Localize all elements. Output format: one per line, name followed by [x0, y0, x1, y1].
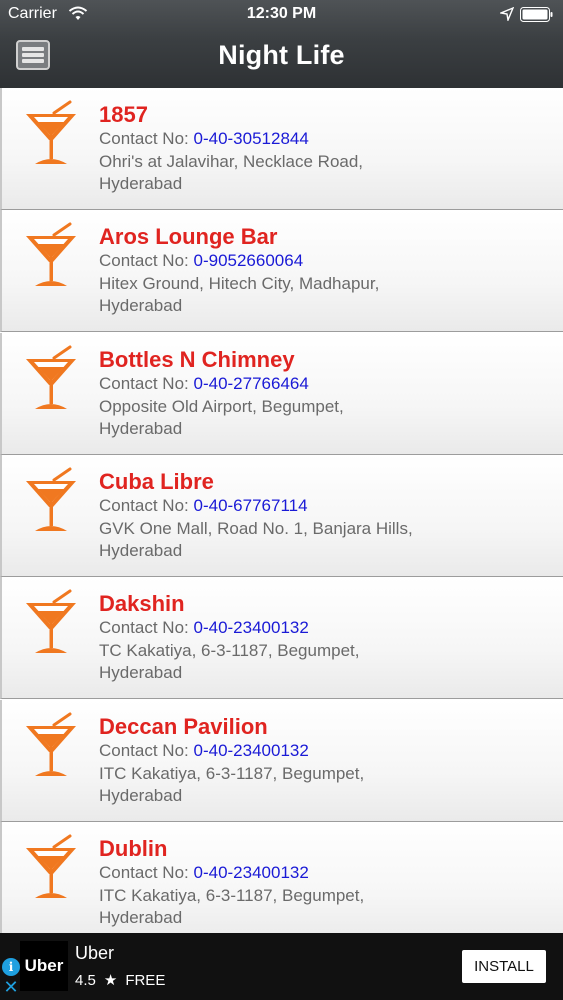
cocktail-glass-icon [26, 589, 76, 653]
clock-time: 12:30 PM [246, 5, 317, 22]
contact-line: Contact No: 0-40-27766464 [99, 374, 309, 394]
contact-line: Contact No: 0-40-23400132 [99, 618, 309, 638]
cocktail-glass-icon [26, 834, 76, 898]
venue-address: Opposite Old Airport, Begumpet, Hyderaba… [99, 397, 344, 438]
phone-link[interactable]: 0-40-23400132 [194, 618, 309, 637]
install-button[interactable]: INSTALL [462, 950, 546, 983]
nightlife-list: 1857 Contact No: 0-40-30512844 Ohri's at… [0, 88, 563, 933]
status-bar: Carrier 12:30 PM [0, 0, 563, 30]
list-item[interactable]: Cuba Libre Contact No: 0-40-67767114 GVK… [0, 455, 563, 577]
phone-link[interactable]: 0-40-30512844 [194, 129, 309, 148]
venue-name: Bottles N Chimney [99, 347, 295, 372]
list-item[interactable]: Dakshin Contact No: 0-40-23400132 TC Kak… [0, 577, 563, 699]
venue-address: Ohri's at Jalavihar, Necklace Road, Hyde… [99, 152, 364, 193]
cocktail-glass-icon [26, 100, 76, 164]
page-title: Night Life [218, 40, 345, 70]
venue-address: ITC Kakatiya, 6-3-1187, Begumpet, Hydera… [99, 886, 365, 927]
info-icon[interactable]: i [2, 958, 20, 976]
star-icon: ★ [103, 972, 118, 989]
venue-address: TC Kakatiya, 6-3-1187, Begumpet, Hyderab… [99, 641, 360, 682]
list-item[interactable]: 1857 Contact No: 0-40-30512844 Ohri's at… [0, 88, 563, 210]
cocktail-glass-icon [26, 712, 76, 776]
contact-label: Contact No: [99, 496, 194, 515]
contact-line: Contact No: 0-9052660064 [99, 251, 303, 271]
venue-name: Dublin [99, 836, 168, 861]
ad-title: Uber [75, 943, 115, 963]
phone-link[interactable]: 0-40-27766464 [194, 374, 309, 393]
app-header: Carrier 12:30 PM Night Life [0, 0, 563, 88]
contact-line: Contact No: 0-40-30512844 [99, 129, 309, 149]
ad-price: FREE [125, 972, 166, 989]
venue-name: Cuba Libre [99, 469, 214, 494]
battery-icon [520, 7, 553, 22]
contact-label: Contact No: [99, 618, 194, 637]
contact-label: Contact No: [99, 741, 194, 760]
contact-line: Contact No: 0-40-67767114 [99, 496, 308, 516]
contact-label: Contact No: [99, 374, 194, 393]
venue-name: Aros Lounge Bar [99, 224, 278, 249]
venue-address: ITC Kakatiya, 6-3-1187, Begumpet, Hydera… [99, 764, 365, 805]
phone-link[interactable]: 0-40-23400132 [194, 741, 309, 760]
list-item[interactable]: Dublin Contact No: 0-40-23400132 ITC Kak… [0, 822, 563, 933]
cocktail-glass-icon [26, 345, 76, 409]
ad-meta: 4.5 ★ FREE [75, 971, 165, 989]
close-icon[interactable]: ✕ [3, 978, 19, 996]
contact-line: Contact No: 0-40-23400132 [99, 741, 309, 761]
list-item[interactable]: Deccan Pavilion Contact No: 0-40-2340013… [0, 700, 563, 822]
venue-name: 1857 [99, 102, 148, 127]
venue-address: Hitex Ground, Hitech City, Madhapur, Hyd… [99, 274, 380, 315]
list-item[interactable]: Bottles N Chimney Contact No: 0-40-27766… [0, 333, 563, 455]
venue-name: Dakshin [99, 591, 185, 616]
contact-label: Contact No: [99, 863, 194, 882]
contact-label: Contact No: [99, 251, 194, 270]
phone-link[interactable]: 0-40-67767114 [194, 496, 308, 515]
location-arrow-icon [500, 7, 514, 21]
ad-logo[interactable]: Uber [20, 941, 68, 991]
contact-line: Contact No: 0-40-23400132 [99, 863, 309, 883]
cocktail-glass-icon [26, 222, 76, 286]
contact-label: Contact No: [99, 129, 194, 148]
phone-link[interactable]: 0-9052660064 [194, 251, 304, 270]
list-item[interactable]: Aros Lounge Bar Contact No: 0-9052660064… [0, 210, 563, 332]
ad-rating: 4.5 [75, 972, 96, 989]
phone-link[interactable]: 0-40-23400132 [194, 863, 309, 882]
venue-name: Deccan Pavilion [99, 714, 268, 739]
navigation-bar: Night Life [0, 30, 563, 88]
cocktail-glass-icon [26, 467, 76, 531]
venue-address: GVK One Mall, Road No. 1, Banjara Hills,… [99, 519, 413, 560]
